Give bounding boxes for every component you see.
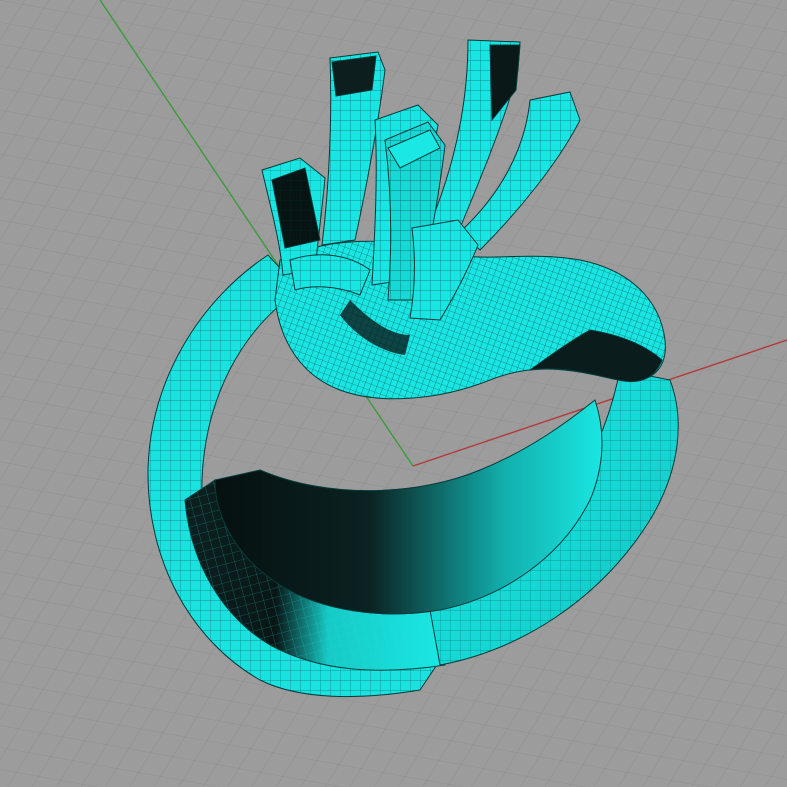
perspective-viewport[interactable] [0, 0, 787, 787]
viewport-canvas[interactable] [0, 0, 787, 787]
